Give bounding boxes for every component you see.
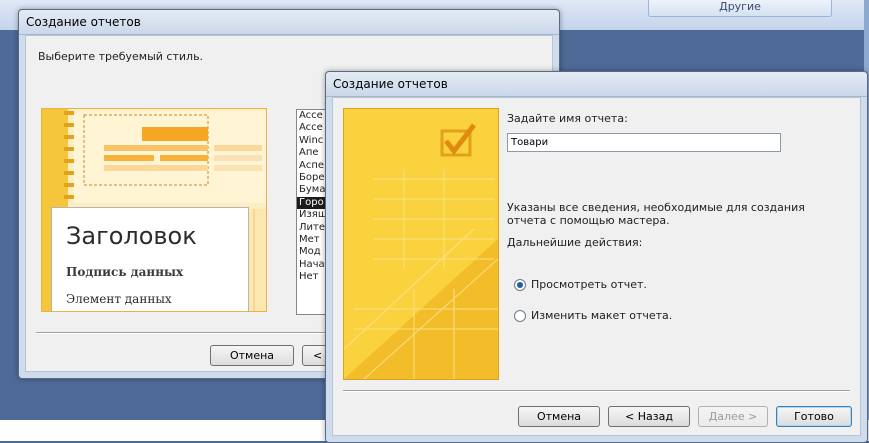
wizard-banner: [343, 108, 499, 380]
report-wizard-finish-dialog: Создание отчетов Задайте имя отчета: Тов…: [325, 71, 868, 443]
cancel-button[interactable]: Отмена: [518, 406, 600, 427]
back-button[interactable]: < Назад: [608, 406, 690, 427]
radio-modify-layout[interactable]: Изменить макет отчета.: [514, 309, 672, 322]
button-separator: [343, 390, 850, 392]
preview-heading: Заголовок: [66, 222, 197, 250]
next-actions-label: Дальнейшие действия:: [507, 236, 643, 249]
dialog-body: Задайте имя отчета: Указаны все сведения…: [332, 97, 861, 436]
report-name-input[interactable]: [507, 133, 781, 152]
ribbon-tab-other[interactable]: Другие: [648, 0, 832, 17]
preview-data-label: Подпись данных: [66, 265, 184, 279]
report-name-label: Задайте имя отчета:: [507, 112, 628, 125]
preview-sample-box: Заголовок Подпись данных Элемент данных: [51, 207, 249, 311]
radio-preview-report[interactable]: Просмотреть отчет.: [514, 278, 647, 291]
preview-data-element: Элемент данных: [66, 292, 172, 306]
style-prompt: Выберите требуемый стиль.: [38, 50, 204, 63]
info-text: Указаны все сведения, необходимые для со…: [507, 201, 805, 227]
dialog-title: Создание отчетов: [333, 77, 448, 91]
radio-selected-icon[interactable]: [514, 278, 526, 291]
cancel-button[interactable]: Отмена: [210, 345, 294, 366]
title-bar[interactable]: Создание отчетов: [19, 10, 559, 35]
style-preview: Заголовок Подпись данных Элемент данных: [41, 108, 267, 312]
radio-unselected-icon[interactable]: [514, 309, 526, 322]
wizard-banner-art: [344, 109, 498, 379]
dialog-title: Создание отчетов: [26, 15, 141, 29]
radio-label[interactable]: Изменить макет отчета.: [531, 309, 672, 322]
finish-button[interactable]: Готово: [776, 406, 852, 427]
radio-label[interactable]: Просмотреть отчет.: [531, 278, 647, 291]
next-button[interactable]: Далее >: [698, 406, 768, 427]
title-bar[interactable]: Создание отчетов: [326, 72, 867, 97]
